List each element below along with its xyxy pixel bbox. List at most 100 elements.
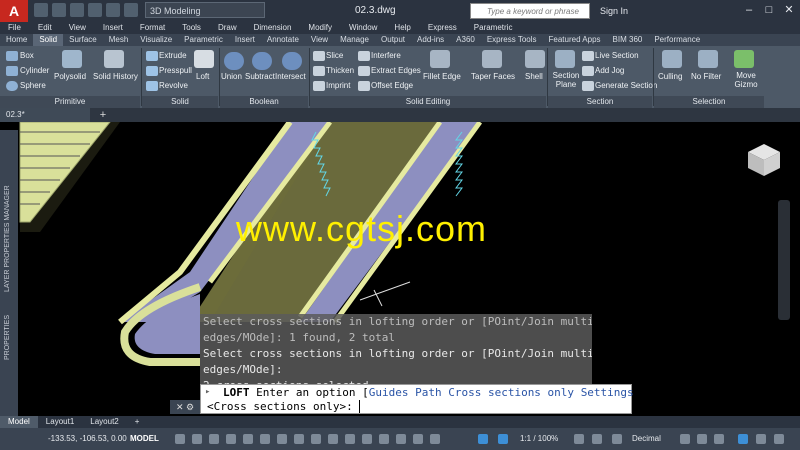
section-plane-button[interactable]: Section Plane: [551, 71, 581, 89]
search-input[interactable]: Type a keyword or phrase: [470, 3, 590, 19]
move-gizmo-button[interactable]: Move Gizmo: [731, 71, 761, 89]
layout-tab-layout1[interactable]: Layout1: [38, 416, 82, 428]
plus-icon[interactable]: [592, 434, 602, 444]
tab-a360[interactable]: A360: [450, 34, 481, 46]
hardware-acceleration-icon[interactable]: [738, 434, 748, 444]
tab-parametric[interactable]: Parametric: [178, 34, 229, 46]
isodraft-icon[interactable]: [243, 434, 253, 444]
add-layout-icon[interactable]: +: [127, 416, 148, 428]
menu-draw[interactable]: Draw: [210, 22, 246, 34]
menu-help[interactable]: Help: [386, 22, 419, 34]
polysolid-button[interactable]: Polysolid: [54, 72, 86, 81]
minimize-button[interactable]: –: [740, 2, 758, 18]
menu-view[interactable]: View: [61, 22, 95, 34]
layout-tab-layout2[interactable]: Layout2: [82, 416, 126, 428]
polar-icon[interactable]: [226, 434, 236, 444]
lineweight-icon[interactable]: [294, 434, 304, 444]
box-button[interactable]: Box: [20, 51, 34, 60]
grid-icon[interactable]: [175, 434, 185, 444]
dynamic-ucs-icon[interactable]: [362, 434, 372, 444]
thicken-button[interactable]: Thicken: [326, 66, 354, 75]
clean-screen-icon[interactable]: [756, 434, 766, 444]
viewcube-icon[interactable]: [744, 140, 784, 180]
command-line-tools[interactable]: ✕ ⚙: [170, 400, 200, 414]
menu-tools[interactable]: Tools: [174, 22, 210, 34]
annotation-visibility-icon[interactable]: [413, 434, 423, 444]
menu-dimension[interactable]: Dimension: [246, 22, 301, 34]
option-cross-sections-only[interactable]: Cross sections only: [448, 386, 574, 399]
menu-format[interactable]: Format: [132, 22, 174, 34]
culling-button[interactable]: Culling: [658, 72, 682, 81]
model-space-button[interactable]: MODEL: [130, 428, 159, 450]
new-tab-icon[interactable]: +: [96, 108, 110, 122]
tab-insert[interactable]: Insert: [229, 34, 261, 46]
annotation-scale-icon[interactable]: [478, 434, 488, 444]
live-section-button[interactable]: Live Section: [595, 51, 639, 60]
auto-scale-icon[interactable]: [430, 434, 440, 444]
option-settings[interactable]: Settings: [581, 386, 634, 399]
tab-add-ins[interactable]: Add-ins: [411, 34, 450, 46]
sphere-button[interactable]: Sphere: [20, 81, 46, 90]
tab-home[interactable]: Home: [0, 34, 33, 46]
file-tab[interactable]: 02.3*: [0, 108, 90, 122]
option-guides[interactable]: Guides: [369, 386, 409, 399]
fillet-edge-button[interactable]: Fillet Edge: [423, 72, 461, 81]
app-logo-button[interactable]: A: [0, 0, 28, 22]
gizmo-icon[interactable]: [396, 434, 406, 444]
customization-icon[interactable]: [774, 434, 784, 444]
command-input[interactable]: ▸ LOFT Enter an option [Guides Path Cros…: [200, 384, 640, 414]
generate-section-button[interactable]: Generate Section: [595, 81, 657, 90]
isolate-objects-icon[interactable]: [714, 434, 724, 444]
union-button[interactable]: Union: [221, 72, 242, 81]
settings-gear-icon[interactable]: [574, 434, 584, 444]
lock-ui-icon[interactable]: [697, 434, 707, 444]
menu-edit[interactable]: Edit: [30, 22, 61, 34]
3d-osnap-icon[interactable]: [345, 434, 355, 444]
loft-button[interactable]: Loft: [196, 72, 209, 81]
presspull-button[interactable]: Presspull: [159, 66, 192, 75]
workspace-switch-icon[interactable]: [498, 434, 508, 444]
object-snap-icon[interactable]: [260, 434, 270, 444]
selection-cycling-icon[interactable]: [328, 434, 338, 444]
tab-express-tools[interactable]: Express Tools: [481, 34, 543, 46]
navigation-bar[interactable]: [778, 200, 790, 320]
undo-icon[interactable]: [106, 3, 120, 17]
menu-parametric[interactable]: Parametric: [466, 22, 522, 34]
save-icon[interactable]: [70, 3, 84, 17]
solid-history-button[interactable]: Solid History: [93, 72, 138, 81]
tab-annotate[interactable]: Annotate: [261, 34, 305, 46]
annotation-scale[interactable]: 1:1 / 100%: [520, 428, 558, 450]
menu-modify[interactable]: Modify: [300, 22, 341, 34]
shell-button[interactable]: Shell: [525, 72, 543, 81]
menu-file[interactable]: File: [0, 22, 30, 34]
workspace-dropdown[interactable]: 3D Modeling: [145, 2, 265, 18]
imprint-button[interactable]: Imprint: [326, 81, 350, 90]
menu-express[interactable]: Express: [420, 22, 466, 34]
layout-tab-model[interactable]: Model: [0, 416, 38, 428]
tab-mesh[interactable]: Mesh: [103, 34, 135, 46]
sign-in-button[interactable]: Sign In: [600, 0, 628, 22]
revolve-button[interactable]: Revolve: [159, 81, 188, 90]
tab-visualize[interactable]: Visualize: [134, 34, 178, 46]
maximize-button[interactable]: □: [760, 2, 778, 18]
subtract-button[interactable]: Subtract: [245, 72, 275, 81]
palette-layer-properties-label[interactable]: LAYER PROPERTIES MANAGER: [4, 185, 11, 292]
tab-manage[interactable]: Manage: [334, 34, 375, 46]
palette-properties-label[interactable]: PROPERTIES: [4, 315, 11, 360]
tab-surface[interactable]: Surface: [63, 34, 103, 46]
menu-insert[interactable]: Insert: [95, 22, 132, 34]
add-jog-button[interactable]: Add Jog: [595, 66, 624, 75]
extract-edges-button[interactable]: Extract Edges: [371, 66, 421, 75]
interfere-button[interactable]: Interfere: [371, 51, 401, 60]
tab-performance[interactable]: Performance: [648, 34, 706, 46]
menu-window[interactable]: Window: [341, 22, 386, 34]
open-file-icon[interactable]: [52, 3, 66, 17]
tab-solid[interactable]: Solid: [33, 34, 64, 46]
tab-featured-apps[interactable]: Featured Apps: [543, 34, 607, 46]
tab-view[interactable]: View: [305, 34, 334, 46]
annotation-monitor-icon[interactable]: [612, 434, 622, 444]
extrude-button[interactable]: Extrude: [159, 51, 187, 60]
tab-output[interactable]: Output: [375, 34, 411, 46]
transparency-icon[interactable]: [311, 434, 321, 444]
ortho-icon[interactable]: [209, 434, 219, 444]
